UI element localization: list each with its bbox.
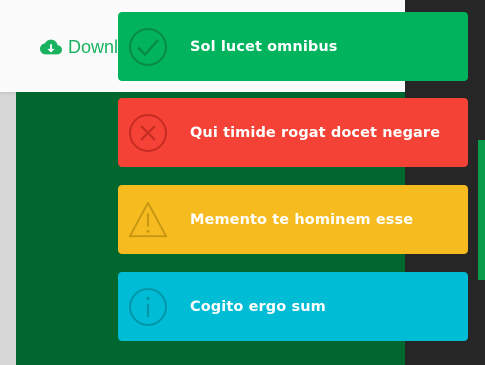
toast-message: Sol lucet omnibus [190,38,338,55]
background-left-strip [0,92,16,365]
toast-success[interactable]: Sol lucet omnibus [118,12,468,81]
close-circle-icon [128,113,168,153]
toast-message: Qui timide rogat docet negare [190,124,441,141]
download-label: Downl [68,36,119,57]
toast-error[interactable]: Qui timide rogat docet negare [118,98,468,167]
download-link[interactable]: Downl [40,34,118,60]
toast-info[interactable]: Cogito ergo sum [118,272,468,341]
check-circle-icon [128,27,168,67]
cloud-download-icon [40,38,62,56]
toast-message: Cogito ergo sum [190,298,326,315]
warning-triangle-icon [128,200,168,240]
background-accent-strip [478,140,485,280]
info-circle-icon [128,287,168,327]
toast-warning[interactable]: Memento te hominem esse [118,185,468,254]
toast-message: Memento te hominem esse [190,211,414,228]
